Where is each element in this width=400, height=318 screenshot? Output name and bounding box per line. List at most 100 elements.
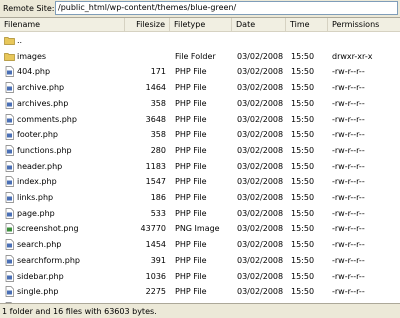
file-type: PNG Image <box>175 224 220 234</box>
file-time: 15:50 <box>291 51 315 61</box>
file-date: 03/02/2008 <box>237 271 284 281</box>
file-time: 15:50 <box>291 255 315 265</box>
file-row[interactable]: 404.php 171 PHP File 03/02/2008 15:50 -rw-r--… <box>0 65 400 78</box>
file-name: functions.php <box>17 145 72 155</box>
file-type: PHP File <box>175 208 207 218</box>
file-type: PHP File <box>175 83 207 93</box>
file-size <box>135 50 166 63</box>
file-time: 15:50 <box>291 224 315 234</box>
file-row[interactable]: links.php 186 PHP File 03/02/2008 15:50 -rw-r… <box>0 191 400 204</box>
file-size <box>135 34 166 47</box>
column-header-filesize[interactable]: Filesize <box>125 18 170 31</box>
status-text: 1 folder and 16 files with 63603 bytes. <box>2 307 157 316</box>
file-permissions: -rw-r--r-- <box>332 83 365 93</box>
file-size: 391 <box>150 255 166 265</box>
file-permissions: -rw-r--r-- <box>332 67 365 77</box>
file-row[interactable]: .. <box>0 34 400 47</box>
file-row[interactable]: archives.php 358 PHP File 03/02/2008 15:50 -r… <box>0 97 400 110</box>
file-row[interactable]: index.php 1547 PHP File 03/02/2008 15:50 -rw-… <box>0 175 400 188</box>
file-row[interactable]: search.php 1454 PHP File 03/02/2008 15:50 -rw… <box>0 238 400 251</box>
file-row[interactable]: searchform.php 391 PHP File 03/02/2008 15:50… <box>0 254 400 267</box>
file-size: 358 <box>150 98 166 108</box>
file-time: 15:50 <box>291 145 315 155</box>
file-row[interactable]: footer.php 358 PHP File 03/02/2008 15:50 -rw-… <box>0 128 400 141</box>
file-name: sidebar.php <box>17 271 64 281</box>
file-permissions <box>332 34 398 47</box>
file-time: 15:50 <box>291 177 315 187</box>
file-type: PHP File <box>175 287 207 297</box>
file-size: 1036 <box>145 271 166 281</box>
file-name: footer.php <box>17 130 58 140</box>
file-name: links.php <box>17 193 54 202</box>
file-permissions: -rw-r--r-- <box>332 224 365 234</box>
folder-icon <box>4 51 15 62</box>
file-time: 15:50 <box>291 240 315 250</box>
file-name: screenshot.png <box>17 224 79 234</box>
column-header-time[interactable]: Time <box>286 18 328 31</box>
php-file-icon <box>4 145 15 156</box>
file-name: archive.php <box>17 83 65 93</box>
file-permissions: -rw-r--r-- <box>332 145 365 155</box>
php-file-icon <box>4 66 15 78</box>
file-name: images <box>17 51 47 61</box>
file-date: 03/02/2008 <box>237 177 284 187</box>
file-time: 15:50 <box>291 161 315 171</box>
php-file-icon <box>4 239 15 250</box>
column-header-filename[interactable]: Filename <box>0 18 125 31</box>
file-permissions: -rw-r--r-- <box>332 271 365 281</box>
file-type: PHP File <box>175 161 207 171</box>
file-time: 15:50 <box>291 193 315 202</box>
file-date: 03/02/2008 <box>237 98 284 108</box>
file-type: PHP File <box>175 98 207 108</box>
file-date: 03/02/2008 <box>237 67 284 77</box>
php-file-icon <box>4 254 15 266</box>
file-name: search.php <box>17 240 62 250</box>
file-name: 404.php <box>17 67 51 77</box>
file-name: page.php <box>17 208 55 218</box>
file-type: File Folder <box>175 51 216 61</box>
file-row[interactable]: sidebar.php 1036 PHP File 03/02/2008 15:50 -r… <box>0 270 400 283</box>
php-file-icon <box>4 286 15 298</box>
file-permissions: -rw-r--r-- <box>332 177 365 187</box>
file-date: 03/02/2008 <box>237 193 284 202</box>
remote-path-input[interactable]: /public_html/wp-content/themes/blue-gree… <box>55 1 398 15</box>
file-permissions: -rw-r--r-- <box>332 114 365 124</box>
php-file-icon <box>4 129 15 141</box>
file-row[interactable]: images File Folder 03/02/2008 15:50 drwxr-xr… <box>0 50 400 63</box>
file-permissions: -rw-r--r-- <box>332 130 365 140</box>
column-header-row: Filename Filesize Filetype Date Time Per… <box>0 18 400 32</box>
file-size: 3648 <box>145 114 166 124</box>
file-size: 186 <box>150 193 166 202</box>
column-header-date[interactable]: Date <box>232 18 286 31</box>
file-time: 15:50 <box>291 114 315 124</box>
file-type: PHP File <box>175 255 207 265</box>
column-header-permissions[interactable]: Permissions <box>328 18 400 31</box>
file-name: archives.php <box>17 98 69 108</box>
php-file-icon <box>4 160 15 172</box>
file-time: 15:50 <box>291 83 315 93</box>
php-file-icon <box>4 113 15 125</box>
file-name: .. <box>17 36 23 45</box>
file-row[interactable]: single.php 2275 PHP File 03/02/2008 15:50 -rw… <box>0 285 400 298</box>
php-file-icon <box>4 82 15 93</box>
file-row[interactable]: archive.php 1464 PHP File 03/02/2008 15:50 -r… <box>0 81 400 94</box>
file-row[interactable]: header.php 1183 PHP File 03/02/2008 15:50 -rw… <box>0 160 400 173</box>
file-type: PHP File <box>175 67 207 77</box>
file-date: 03/02/2008 <box>237 208 284 218</box>
file-row[interactable]: screenshot.png 43770 PNG Image 03/02/2008 15… <box>0 222 400 235</box>
file-size: 358 <box>150 130 166 140</box>
file-size: 171 <box>150 67 166 77</box>
file-size: 1464 <box>145 83 166 93</box>
file-permissions: -rw-r--r-- <box>332 208 365 218</box>
file-date <box>237 34 289 47</box>
file-type: PHP File <box>175 114 207 124</box>
php-file-icon <box>4 97 15 109</box>
file-permissions: -rw-r--r-- <box>332 161 365 171</box>
file-row[interactable]: page.php 533 PHP File 03/02/2008 15:50 -rw-r-… <box>0 207 400 220</box>
file-date: 03/02/2008 <box>237 145 284 155</box>
file-row[interactable]: functions.php 280 PHP File 03/02/2008 15:50 -… <box>0 144 400 157</box>
column-header-filetype[interactable]: Filetype <box>170 18 232 31</box>
file-type <box>175 34 235 47</box>
file-row[interactable]: comments.php 3648 PHP File 03/02/2008 15:50 -… <box>0 113 400 126</box>
file-list-panel: Filename Filesize Filetype Date Time Per… <box>0 17 400 313</box>
